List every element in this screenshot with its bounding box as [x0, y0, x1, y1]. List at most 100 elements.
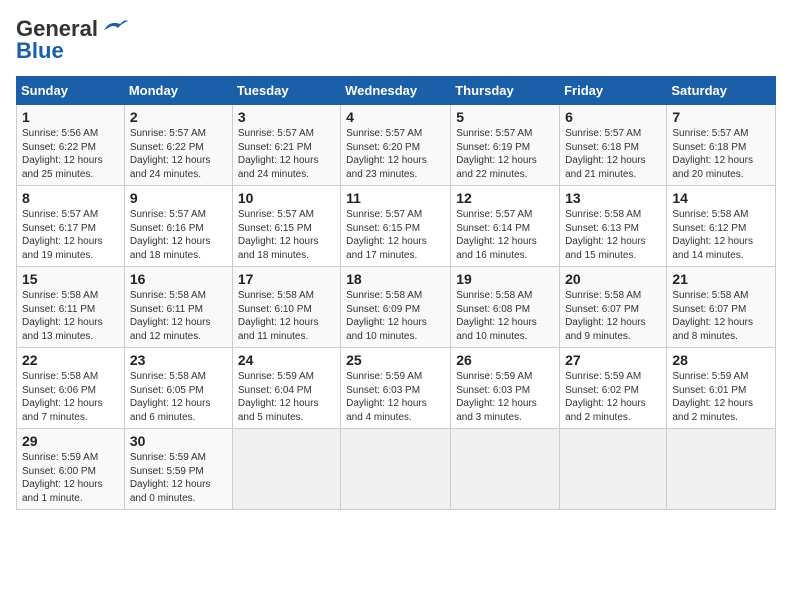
calendar-cell: 24Sunrise: 5:59 AM Sunset: 6:04 PM Dayli… — [232, 348, 340, 429]
day-number: 16 — [130, 271, 227, 287]
calendar-cell: 3 Sunrise: 5:57 AM Sunset: 6:21 PM Daylig… — [232, 105, 340, 186]
col-header-sunday: Sunday — [17, 77, 125, 105]
day-number: 26 — [456, 352, 554, 368]
day-number: 21 — [672, 271, 770, 287]
calendar-cell: 13 Sunrise: 5:58 AM Sunset: 6:13 PM Dayli… — [560, 186, 667, 267]
day-info: Sunrise: 5:57 AM Sunset: 6:15 PM Dayligh… — [346, 209, 427, 261]
calendar-cell: 11 Sunrise: 5:57 AM Sunset: 6:15 PM Dayli… — [341, 186, 451, 267]
day-number: 5 — [456, 109, 554, 125]
day-number: 10 — [238, 190, 335, 206]
day-info: Sunrise: 5:58 AM Sunset: 6:09 PM Dayligh… — [346, 290, 427, 342]
calendar-cell: 28 Sunrise: 5:59 AM Sunset: 6:01 PM Dayli… — [667, 348, 776, 429]
calendar-cell: 20 Sunrise: 5:58 AM Sunset: 6:07 PM Dayli… — [560, 267, 667, 348]
day-info: Sunrise: 5:57 AM Sunset: 6:16 PM Dayligh… — [130, 209, 211, 261]
day-number: 8 — [22, 190, 119, 206]
calendar-cell: 17Sunrise: 5:58 AM Sunset: 6:10 PM Dayli… — [232, 267, 340, 348]
logo-bird-icon — [100, 16, 130, 38]
day-info: Sunrise: 5:57 AM Sunset: 6:19 PM Dayligh… — [456, 128, 537, 180]
calendar-cell: 15 Sunrise: 5:58 AM Sunset: 6:11 PM Dayli… — [17, 267, 125, 348]
day-number: 25 — [346, 352, 445, 368]
day-number: 19 — [456, 271, 554, 287]
col-header-friday: Friday — [560, 77, 667, 105]
day-number: 3 — [238, 109, 335, 125]
day-number: 11 — [346, 190, 445, 206]
day-info: Sunrise: 5:58 AM Sunset: 6:10 PM Dayligh… — [238, 290, 319, 342]
day-number: 18 — [346, 271, 445, 287]
calendar-cell — [560, 429, 667, 510]
day-info: Sunrise: 5:58 AM Sunset: 6:06 PM Dayligh… — [22, 371, 103, 423]
calendar-cell: 30 Sunrise: 5:59 AM Sunset: 5:59 PM Dayli… — [124, 429, 232, 510]
day-number: 23 — [130, 352, 227, 368]
day-info: Sunrise: 5:56 AM Sunset: 6:22 PM Dayligh… — [22, 128, 103, 180]
day-info: Sunrise: 5:57 AM Sunset: 6:20 PM Dayligh… — [346, 128, 427, 180]
day-number: 13 — [565, 190, 661, 206]
day-info: Sunrise: 5:59 AM Sunset: 5:59 PM Dayligh… — [130, 452, 211, 504]
day-number: 4 — [346, 109, 445, 125]
day-number: 6 — [565, 109, 661, 125]
day-info: Sunrise: 5:59 AM Sunset: 6:02 PM Dayligh… — [565, 371, 646, 423]
calendar-cell — [232, 429, 340, 510]
day-info: Sunrise: 5:58 AM Sunset: 6:08 PM Dayligh… — [456, 290, 537, 342]
calendar-cell: 26 Sunrise: 5:59 AM Sunset: 6:03 PM Dayli… — [451, 348, 560, 429]
page-header: General Blue — [16, 16, 776, 64]
calendar-cell: 12Sunrise: 5:57 AM Sunset: 6:14 PM Dayli… — [451, 186, 560, 267]
calendar-cell: 21 Sunrise: 5:58 AM Sunset: 6:07 PM Dayli… — [667, 267, 776, 348]
day-info: Sunrise: 5:58 AM Sunset: 6:13 PM Dayligh… — [565, 209, 646, 261]
col-header-tuesday: Tuesday — [232, 77, 340, 105]
day-info: Sunrise: 5:58 AM Sunset: 6:05 PM Dayligh… — [130, 371, 211, 423]
day-number: 14 — [672, 190, 770, 206]
day-number: 30 — [130, 433, 227, 449]
calendar-cell — [341, 429, 451, 510]
calendar-cell: 7 Sunrise: 5:57 AM Sunset: 6:18 PM Daylig… — [667, 105, 776, 186]
calendar-cell: 27 Sunrise: 5:59 AM Sunset: 6:02 PM Dayli… — [560, 348, 667, 429]
calendar-cell: 2 Sunrise: 5:57 AM Sunset: 6:22 PM Daylig… — [124, 105, 232, 186]
col-header-saturday: Saturday — [667, 77, 776, 105]
calendar-cell: 1Sunrise: 5:56 AM Sunset: 6:22 PM Daylig… — [17, 105, 125, 186]
day-info: Sunrise: 5:59 AM Sunset: 6:01 PM Dayligh… — [672, 371, 753, 423]
day-number: 22 — [22, 352, 119, 368]
day-info: Sunrise: 5:57 AM Sunset: 6:18 PM Dayligh… — [672, 128, 753, 180]
calendar-cell: 10 Sunrise: 5:57 AM Sunset: 6:15 PM Dayli… — [232, 186, 340, 267]
day-number: 15 — [22, 271, 119, 287]
day-info: Sunrise: 5:57 AM Sunset: 6:22 PM Dayligh… — [130, 128, 211, 180]
calendar-cell — [667, 429, 776, 510]
calendar-cell: 23 Sunrise: 5:58 AM Sunset: 6:05 PM Dayli… — [124, 348, 232, 429]
day-number: 20 — [565, 271, 661, 287]
calendar-cell: 5 Sunrise: 5:57 AM Sunset: 6:19 PM Daylig… — [451, 105, 560, 186]
calendar-cell: 16 Sunrise: 5:58 AM Sunset: 6:11 PM Dayli… — [124, 267, 232, 348]
day-info: Sunrise: 5:57 AM Sunset: 6:15 PM Dayligh… — [238, 209, 319, 261]
col-header-thursday: Thursday — [451, 77, 560, 105]
day-number: 9 — [130, 190, 227, 206]
day-info: Sunrise: 5:58 AM Sunset: 6:07 PM Dayligh… — [565, 290, 646, 342]
col-header-wednesday: Wednesday — [341, 77, 451, 105]
day-info: Sunrise: 5:57 AM Sunset: 6:17 PM Dayligh… — [22, 209, 103, 261]
day-info: Sunrise: 5:57 AM Sunset: 6:21 PM Dayligh… — [238, 128, 319, 180]
calendar-cell — [451, 429, 560, 510]
calendar-cell: 25 Sunrise: 5:59 AM Sunset: 6:03 PM Dayli… — [341, 348, 451, 429]
day-number: 28 — [672, 352, 770, 368]
day-number: 12 — [456, 190, 554, 206]
calendar-cell: 6 Sunrise: 5:57 AM Sunset: 6:18 PM Daylig… — [560, 105, 667, 186]
calendar-cell: 18 Sunrise: 5:58 AM Sunset: 6:09 PM Dayli… — [341, 267, 451, 348]
day-info: Sunrise: 5:58 AM Sunset: 6:12 PM Dayligh… — [672, 209, 753, 261]
calendar-cell: 8 Sunrise: 5:57 AM Sunset: 6:17 PM Daylig… — [17, 186, 125, 267]
day-info: Sunrise: 5:59 AM Sunset: 6:00 PM Dayligh… — [22, 452, 103, 504]
calendar-cell: 14 Sunrise: 5:58 AM Sunset: 6:12 PM Dayli… — [667, 186, 776, 267]
logo: General Blue — [16, 16, 130, 64]
day-number: 27 — [565, 352, 661, 368]
day-info: Sunrise: 5:58 AM Sunset: 6:07 PM Dayligh… — [672, 290, 753, 342]
calendar-cell: 4 Sunrise: 5:57 AM Sunset: 6:20 PM Daylig… — [341, 105, 451, 186]
day-number: 2 — [130, 109, 227, 125]
logo-blue: Blue — [16, 38, 64, 64]
day-info: Sunrise: 5:59 AM Sunset: 6:03 PM Dayligh… — [456, 371, 537, 423]
day-info: Sunrise: 5:58 AM Sunset: 6:11 PM Dayligh… — [22, 290, 103, 342]
calendar-cell: 9 Sunrise: 5:57 AM Sunset: 6:16 PM Daylig… — [124, 186, 232, 267]
day-info: Sunrise: 5:58 AM Sunset: 6:11 PM Dayligh… — [130, 290, 211, 342]
calendar-table: SundayMondayTuesdayWednesdayThursdayFrid… — [16, 76, 776, 510]
day-info: Sunrise: 5:57 AM Sunset: 6:18 PM Dayligh… — [565, 128, 646, 180]
day-number: 24 — [238, 352, 335, 368]
day-number: 7 — [672, 109, 770, 125]
calendar-cell: 29 Sunrise: 5:59 AM Sunset: 6:00 PM Dayli… — [17, 429, 125, 510]
day-info: Sunrise: 5:59 AM Sunset: 6:03 PM Dayligh… — [346, 371, 427, 423]
day-number: 29 — [22, 433, 119, 449]
